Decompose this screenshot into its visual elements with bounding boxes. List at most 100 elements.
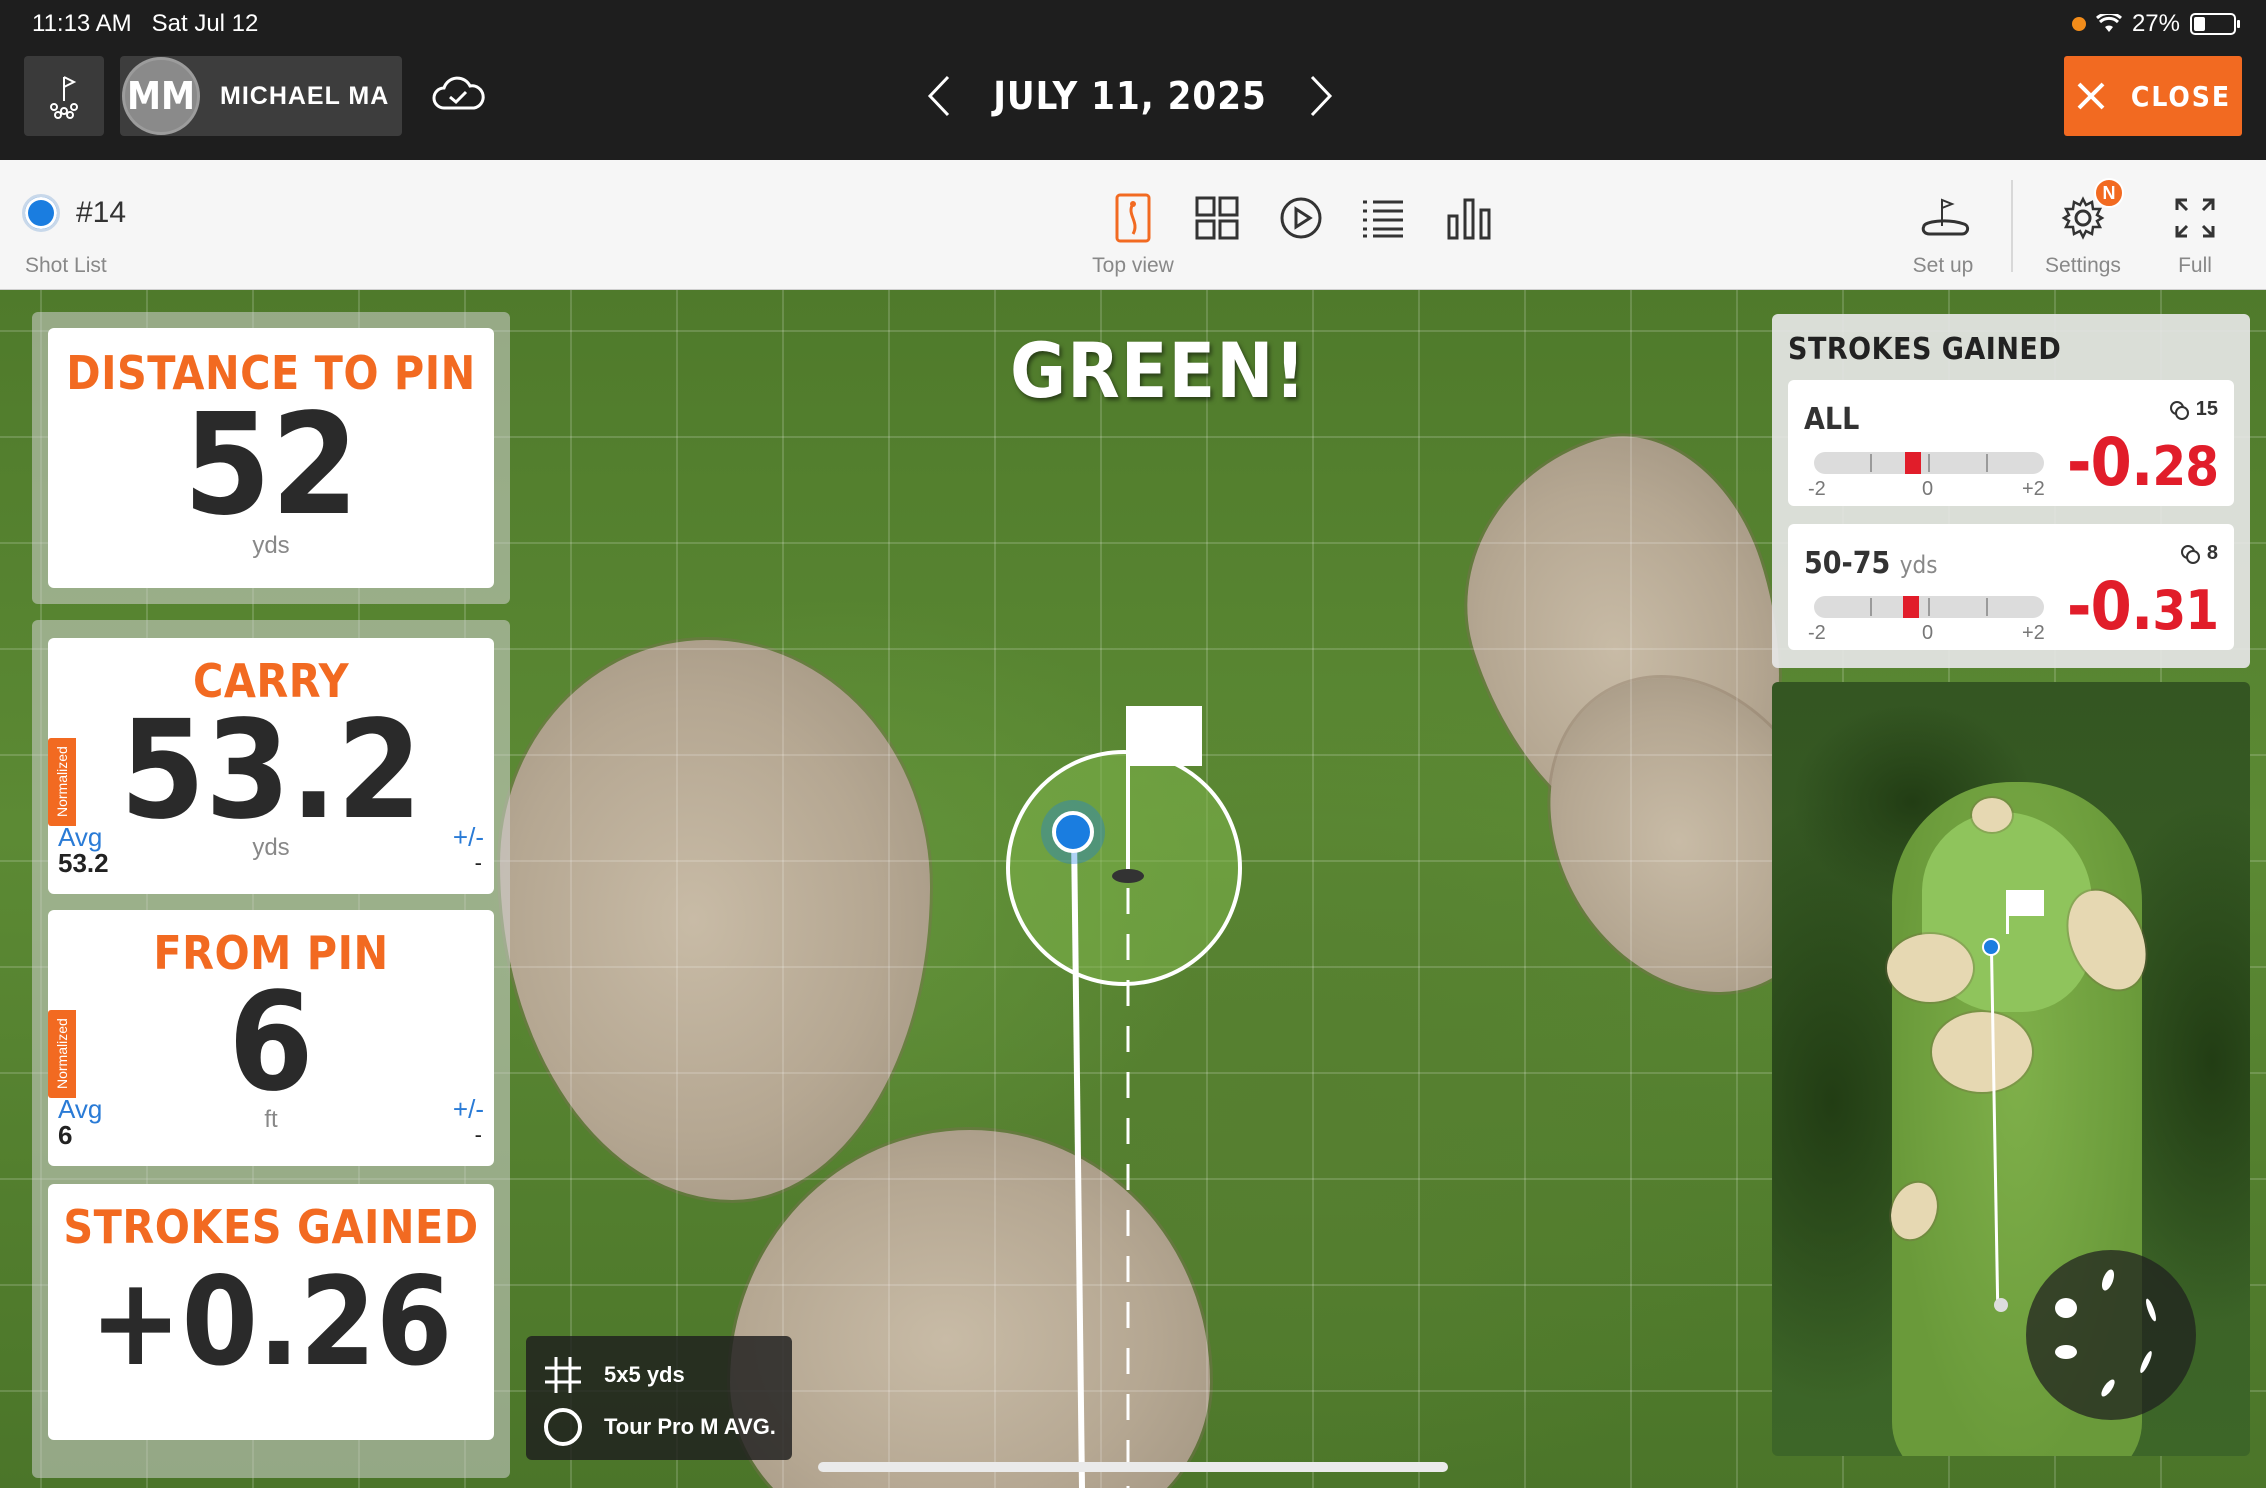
wind-compass[interactable] <box>2026 1250 2196 1420</box>
list-icon <box>1363 200 1403 238</box>
full-label: Full <box>2178 254 2212 277</box>
sg-bar-tick <box>1928 598 1930 616</box>
legend-circle-label: Tour Pro M AVG. <box>604 1414 776 1439</box>
from-pin-avg-value: 6 <box>58 1120 73 1150</box>
golf-ball-icon <box>2169 400 2189 420</box>
top-view-button[interactable] <box>1108 190 1158 246</box>
shot-marker-icon <box>22 194 60 232</box>
previous-day-button[interactable] <box>920 71 960 121</box>
fullscreen-button[interactable] <box>2170 190 2220 246</box>
circle-icon <box>544 1408 582 1446</box>
tour-pro-circle <box>1006 750 1242 986</box>
minimap-tee <box>1994 1298 2008 1312</box>
strokes-gained-panel: STROKES GAINED ALL 15 -2 0 +2 -0.28 50-7… <box>1772 314 2250 668</box>
sg-bar-tick <box>1870 454 1872 472</box>
list-view-button[interactable] <box>1358 190 1408 246</box>
battery-percent: 27% <box>2131 10 2180 37</box>
sg-axis-mid: 0 <box>1922 622 1934 644</box>
close-label: CLOSE <box>2130 79 2232 113</box>
sg-axis-max: +2 <box>2022 622 2045 644</box>
normalized-tag: Normalized <box>48 738 76 826</box>
shot-selector[interactable]: #14 <box>22 194 126 232</box>
sg-bar-tick <box>1986 598 1988 616</box>
sg-row-label: 50-75 yds <box>1804 546 1938 581</box>
home-indicator[interactable] <box>818 1462 1448 1472</box>
flag <box>1126 706 1202 766</box>
play-icon <box>1280 197 1322 239</box>
sg-bar <box>1814 452 2044 474</box>
date-navigator: JULY 11, 2025 <box>920 56 1340 136</box>
carry-card: CARRY 53.2 yds Normalized Avg 53.2 +/- - <box>48 638 494 894</box>
grid-icon <box>545 1357 581 1393</box>
sg-row-value: -0.31 <box>2066 568 2219 645</box>
sg-row-count: 15 <box>2168 398 2218 421</box>
expand-icon <box>2175 198 2215 238</box>
from-pin-card: FROM PIN 6 ft Normalized Avg 6 +/- - <box>48 910 494 1166</box>
mic-indicator-icon <box>2071 17 2086 31</box>
strokes-gained-panel-title: STROKES GAINED <box>1788 332 2062 367</box>
carry-plusminus-value: - <box>474 850 482 875</box>
strokes-gained-value: +0.26 <box>89 1251 453 1393</box>
sg-bar-marker <box>1903 596 1920 618</box>
sg-row-label: ALL <box>1804 402 1860 437</box>
from-pin-value: 6 <box>228 964 314 1122</box>
top-view-label: Top view <box>1092 254 1174 277</box>
user-name: MICHAEL MA <box>220 81 390 110</box>
status-time: 11:13 AM Sat Jul 12 <box>32 10 259 37</box>
sg-bar-tick <box>1928 454 1930 472</box>
minimap-ball <box>1982 938 2000 956</box>
course-menu-button[interactable] <box>24 56 104 136</box>
session-date: JULY 11, 2025 <box>993 74 1267 118</box>
map-legend: 5x5 yds Tour Pro M AVG. <box>526 1336 792 1460</box>
status-bar: 11:13 AM Sat Jul 12 27% <box>0 0 2266 46</box>
sg-row-50-75[interactable]: 50-75 yds 8 -2 0 +2 -0.31 <box>1788 524 2234 650</box>
minimap-bunker <box>1972 798 2012 832</box>
view-toolbar: #14 Shot List Top view Set up N Settings… <box>0 160 2266 290</box>
hole-minimap[interactable] <box>1772 682 2250 1456</box>
wifi-icon <box>2095 14 2122 32</box>
hole <box>1112 869 1144 883</box>
normalized-tag: Normalized <box>48 1010 76 1098</box>
stats-view-button[interactable] <box>1444 190 1494 246</box>
sg-axis-max: +2 <box>2022 478 2045 500</box>
minimap-bunker <box>1932 1012 2032 1092</box>
replay-button[interactable] <box>1276 190 1326 246</box>
sg-axis-min: -2 <box>1808 622 1826 644</box>
top-view-icon <box>1115 193 1151 243</box>
sg-bar-marker <box>1904 452 1921 474</box>
golf-flag-icon <box>50 76 78 119</box>
setup-label: Set up <box>1912 254 1974 277</box>
cloud-sync-icon[interactable] <box>430 74 486 114</box>
sg-bar <box>1814 596 2044 618</box>
strokes-gained-card: STROKES GAINED +0.26 <box>48 1184 494 1440</box>
sg-row-all[interactable]: ALL 15 -2 0 +2 -0.28 <box>1788 380 2234 506</box>
from-pin-plusminus-value: - <box>474 1122 482 1147</box>
minimap-bunker <box>1887 934 1973 1002</box>
from-pin-plusminus-label: +/- <box>452 1094 484 1124</box>
golf-ball-icon <box>2180 544 2200 564</box>
shot-number: #14 <box>76 196 127 229</box>
next-day-button[interactable] <box>1300 71 1340 121</box>
distance-to-pin-card: DISTANCE TO PIN 52 yds <box>48 328 494 588</box>
close-icon <box>2077 82 2105 110</box>
status-right: 27% <box>2071 10 2240 38</box>
carry-plusminus-label: +/- <box>452 822 484 852</box>
avatar: MM <box>122 57 200 135</box>
grid-view-button[interactable] <box>1192 190 1242 246</box>
wind-direction-icon <box>2055 1269 2156 1397</box>
app-header: MM MICHAEL MA JULY 11, 2025 CLOSE <box>0 46 2266 160</box>
sg-row-value: -0.28 <box>2066 424 2219 501</box>
legend-grid-label: 5x5 yds <box>604 1362 685 1387</box>
setup-button[interactable] <box>1916 190 1972 246</box>
tee-setup-icon <box>1921 198 1970 236</box>
user-profile-button[interactable]: MM MICHAEL MA <box>120 56 402 136</box>
minimap-flag <box>2008 890 2044 916</box>
sg-axis-min: -2 <box>1808 478 1826 500</box>
settings-badge: N <box>2094 178 2124 208</box>
sg-bar-tick <box>1870 598 1872 616</box>
shot-list-link[interactable]: Shot List <box>25 254 107 278</box>
carry-value: 53.2 <box>120 692 422 850</box>
close-button[interactable]: CLOSE <box>2064 56 2242 136</box>
grid-view-icon <box>1195 196 1239 240</box>
bar-chart-icon <box>1447 198 1491 240</box>
